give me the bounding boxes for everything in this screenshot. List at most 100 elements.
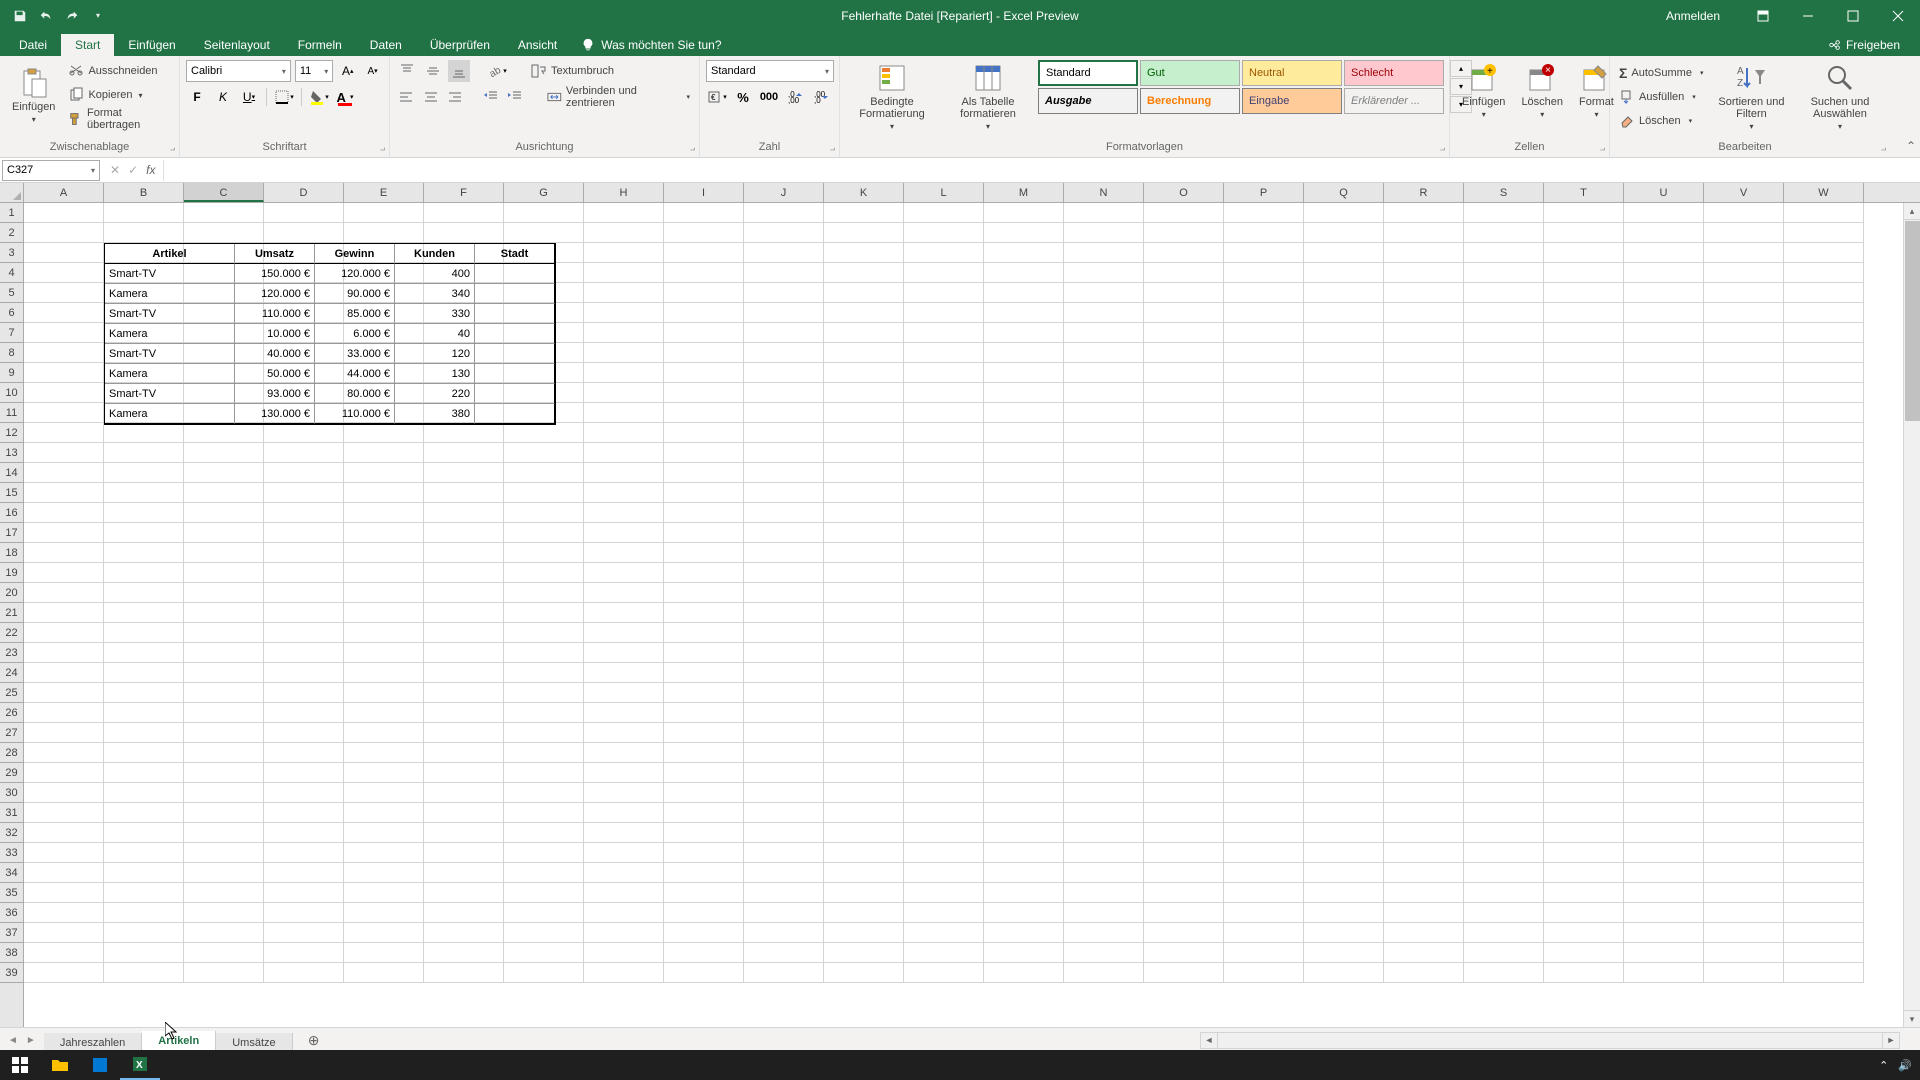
row-header[interactable]: 34 — [0, 863, 23, 883]
align-left-icon[interactable] — [396, 86, 416, 108]
hscroll-left-icon[interactable]: ◄ — [1201, 1033, 1218, 1048]
table-cell[interactable]: 120.000 € — [235, 284, 315, 304]
clear-button[interactable]: Löschen▾ — [1616, 110, 1706, 132]
sheet-nav-prev-icon[interactable]: ◄ — [8, 1035, 18, 1046]
table-cell[interactable]: 90.000 € — [315, 284, 395, 304]
minimize-button[interactable] — [1785, 0, 1830, 31]
row-header[interactable]: 18 — [0, 543, 23, 563]
table-header[interactable]: Artikel — [105, 244, 235, 264]
align-bottom-icon[interactable] — [448, 60, 470, 82]
row-header[interactable]: 31 — [0, 803, 23, 823]
row-header[interactable]: 13 — [0, 443, 23, 463]
row-header[interactable]: 39 — [0, 963, 23, 983]
column-header-S[interactable]: S — [1464, 183, 1544, 202]
align-right-icon[interactable] — [445, 86, 465, 108]
percent-icon[interactable]: % — [732, 86, 754, 108]
sheet-nav-next-icon[interactable]: ► — [26, 1035, 36, 1046]
hscroll-right-icon[interactable]: ► — [1882, 1033, 1899, 1048]
table-cell[interactable]: 340 — [395, 284, 475, 304]
decrease-decimal-icon[interactable]: ,00,0 — [810, 86, 832, 108]
table-cell[interactable]: Smart-TV — [105, 304, 235, 324]
copy-button[interactable]: Kopieren▾ — [65, 84, 173, 106]
cell-style-neutral[interactable]: Neutral — [1242, 60, 1342, 86]
table-header[interactable]: Kunden — [395, 244, 475, 264]
column-header-B[interactable]: B — [104, 183, 184, 202]
undo-icon[interactable] — [34, 4, 58, 28]
column-header-N[interactable]: N — [1064, 183, 1144, 202]
row-header[interactable]: 36 — [0, 903, 23, 923]
table-cell[interactable] — [475, 324, 555, 344]
table-cell[interactable]: 220 — [395, 384, 475, 404]
fill-button[interactable]: Ausfüllen▾ — [1616, 86, 1706, 108]
table-cell[interactable]: Kamera — [105, 364, 235, 384]
align-top-icon[interactable] — [396, 60, 418, 82]
row-header[interactable]: 14 — [0, 463, 23, 483]
align-middle-icon[interactable] — [422, 60, 444, 82]
table-header[interactable]: Stadt — [475, 244, 555, 264]
column-header-P[interactable]: P — [1224, 183, 1304, 202]
wrap-text-button[interactable]: Textumbruch — [528, 60, 617, 82]
column-header-O[interactable]: O — [1144, 183, 1224, 202]
row-header[interactable]: 20 — [0, 583, 23, 603]
table-cell[interactable]: 120.000 € — [315, 264, 395, 284]
row-header[interactable]: 19 — [0, 563, 23, 583]
column-header-T[interactable]: T — [1544, 183, 1624, 202]
cancel-formula-icon[interactable]: ✕ — [110, 163, 120, 177]
tab-data[interactable]: Daten — [356, 34, 416, 56]
increase-decimal-icon[interactable]: ,0,00 — [784, 86, 806, 108]
row-header[interactable]: 15 — [0, 483, 23, 503]
maximize-button[interactable] — [1830, 0, 1875, 31]
format-as-table-button[interactable]: Als Tabelle formatieren▾ — [942, 60, 1034, 133]
table-cell[interactable]: 85.000 € — [315, 304, 395, 324]
table-cell[interactable]: 50.000 € — [235, 364, 315, 384]
row-header[interactable]: 6 — [0, 303, 23, 323]
table-header[interactable]: Umsatz — [235, 244, 315, 264]
column-header-L[interactable]: L — [904, 183, 984, 202]
conditional-formatting-button[interactable]: Bedingte Formatierung▾ — [846, 60, 938, 133]
column-header-R[interactable]: R — [1384, 183, 1464, 202]
tab-insert[interactable]: Einfügen — [114, 34, 189, 56]
cut-button[interactable]: Ausschneiden — [65, 60, 173, 82]
font-size-combo[interactable]: 11▾ — [295, 60, 333, 82]
column-header-M[interactable]: M — [984, 183, 1064, 202]
column-header-F[interactable]: F — [424, 183, 504, 202]
row-header[interactable]: 5 — [0, 283, 23, 303]
cell-style-ausgabe[interactable]: Ausgabe — [1038, 88, 1138, 114]
table-cell[interactable]: 93.000 € — [235, 384, 315, 404]
column-header-J[interactable]: J — [744, 183, 824, 202]
row-header[interactable]: 8 — [0, 343, 23, 363]
find-select-button[interactable]: Suchen und Auswählen▾ — [1796, 60, 1883, 133]
table-cell[interactable] — [475, 364, 555, 384]
sort-filter-button[interactable]: AZSortieren und Filtern▾ — [1710, 60, 1792, 133]
border-icon[interactable]: ▾ — [273, 86, 295, 108]
thousands-icon[interactable]: 000 — [758, 86, 780, 108]
row-header[interactable]: 37 — [0, 923, 23, 943]
table-cell[interactable]: 40.000 € — [235, 344, 315, 364]
table-cell[interactable]: 120 — [395, 344, 475, 364]
column-header-W[interactable]: W — [1784, 183, 1864, 202]
tab-review[interactable]: Überprüfen — [416, 34, 504, 56]
table-cell[interactable]: 400 — [395, 264, 475, 284]
font-color-icon[interactable]: A▾ — [334, 86, 356, 108]
fx-icon[interactable]: fx — [146, 163, 155, 177]
row-header[interactable]: 35 — [0, 883, 23, 903]
table-cell[interactable] — [475, 284, 555, 304]
cells-area[interactable]: ArtikelUmsatzGewinnKundenStadtSmart-TV15… — [24, 203, 1920, 1027]
table-cell[interactable]: 330 — [395, 304, 475, 324]
table-cell[interactable] — [475, 264, 555, 284]
row-header[interactable]: 29 — [0, 763, 23, 783]
table-cell[interactable]: 150.000 € — [235, 264, 315, 284]
table-cell[interactable]: 130 — [395, 364, 475, 384]
decrease-font-icon[interactable]: A▾ — [362, 60, 383, 82]
start-button[interactable] — [0, 1050, 40, 1080]
table-cell[interactable]: 33.000 € — [315, 344, 395, 364]
vertical-scroll-thumb[interactable] — [1905, 221, 1920, 421]
autosum-button[interactable]: ΣAutoSumme▾ — [1616, 62, 1706, 84]
column-header-V[interactable]: V — [1704, 183, 1784, 202]
cell-style-gut[interactable]: Gut — [1140, 60, 1240, 86]
column-header-A[interactable]: A — [24, 183, 104, 202]
column-header-H[interactable]: H — [584, 183, 664, 202]
ribbon-display-icon[interactable] — [1740, 0, 1785, 31]
table-cell[interactable]: 10.000 € — [235, 324, 315, 344]
login-link[interactable]: Anmelden — [1666, 9, 1720, 23]
